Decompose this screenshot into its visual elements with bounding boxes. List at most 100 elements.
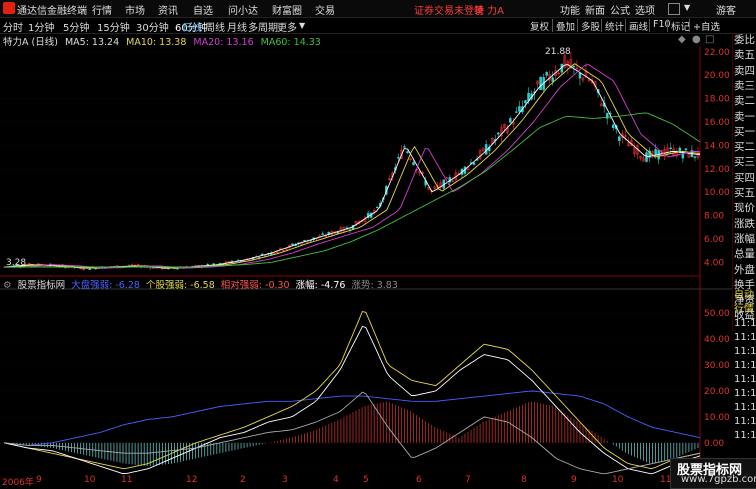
menu-trade[interactable]: 交易	[315, 2, 335, 17]
indicator-title: 股票指标网	[17, 280, 66, 291]
trend: 涨势: 3.83	[351, 280, 398, 291]
menu-options[interactable]: 选项	[635, 2, 655, 17]
period-toolbar: 分时 1分钟 5分钟 15分钟 30分钟 60分钟 日线 周线 月线 多周期 更…	[0, 18, 756, 34]
candle-body	[684, 148, 688, 151]
candle-body	[472, 162, 476, 165]
date-tick: 7	[465, 475, 471, 485]
period-weekly[interactable]: 周线	[205, 19, 225, 34]
date-tick: 5	[363, 475, 369, 485]
candle-body	[291, 243, 294, 246]
stock-name: 特 力A	[474, 6, 505, 17]
price-tick: 14.00	[704, 141, 730, 151]
menu-wealth[interactable]: 财富圈	[272, 2, 302, 17]
indicator-legend: ⚙ 股票指标网 大盘强弱: -6.28 个股强弱: -6.58 相对强弱: -0…	[0, 277, 720, 291]
window-switch-icon[interactable]	[668, 3, 680, 15]
menu-new-page[interactable]: 新面	[585, 2, 605, 17]
period-15min[interactable]: 15分钟	[97, 19, 130, 34]
date-tick: 4	[333, 475, 339, 485]
tick-time-label: 11:1	[734, 346, 756, 357]
btn-overlay[interactable]: 叠加	[552, 19, 575, 33]
btn-draw[interactable]: 画线	[625, 19, 648, 33]
tick-time-label[interactable]: 行情	[734, 303, 754, 317]
date-axis: 2006年 9 10 11 12 2 3 4 5 6 7 8 9 10 11	[0, 475, 700, 488]
date-tick: 2006年	[2, 478, 34, 488]
btn-multi-stock[interactable]: 多股	[577, 19, 600, 33]
candle-body	[509, 118, 512, 123]
date-tick: 6	[416, 475, 422, 485]
candle-body	[518, 106, 521, 112]
period-multi[interactable]: 多周期	[248, 19, 278, 34]
date-tick: 3	[282, 475, 288, 485]
date-tick: 2	[240, 475, 246, 485]
dropdown-icon[interactable]: ▼	[684, 3, 690, 12]
period-1min[interactable]: 1分钟	[28, 19, 54, 34]
price-tick: 4.00	[704, 258, 724, 268]
quote-label: 涨幅	[734, 232, 755, 245]
date-tick: 10	[84, 475, 96, 485]
user-label[interactable]: 游客	[716, 2, 736, 17]
period-tick[interactable]: 分时	[3, 19, 23, 34]
menu-function[interactable]: 功能	[560, 2, 580, 17]
tick-time-label[interactable]: 自动	[734, 289, 754, 303]
candle-body	[693, 156, 697, 158]
period-monthly[interactable]: 月线	[227, 19, 247, 34]
quote-label: 委比	[734, 34, 755, 46]
price-grid	[0, 46, 732, 476]
candle-body	[406, 151, 409, 154]
btn-adjust[interactable]: 复权	[530, 19, 549, 33]
price-tick: 12.00	[704, 165, 730, 175]
quote-label: 现价	[734, 202, 755, 215]
price-tick: 6.00	[704, 235, 724, 245]
btn-mark[interactable]: 标记	[667, 19, 690, 33]
candle-body	[397, 157, 400, 159]
price-tick: 10.00	[704, 188, 730, 198]
candle-body	[484, 144, 488, 155]
watermark-url: www.7gpzb.com	[681, 474, 756, 485]
close-panel-icon[interactable]: □	[705, 34, 714, 45]
menu-news[interactable]: 资讯	[158, 2, 178, 17]
ma-legend: 特力A (日线) MA5: 13.24 MA10: 13.38 MA20: 13…	[0, 34, 720, 48]
tick-side-panel: 自动 行情 11:1 11:1 11:1 11:1 11:1 11:1 11:1 11:1 11:1	[732, 289, 756, 465]
candle-body	[551, 77, 554, 82]
candle-body	[497, 132, 500, 135]
candle-body	[572, 65, 576, 68]
indicator-tick: 30.00	[704, 361, 730, 371]
quote-label: 涨跌	[734, 217, 755, 230]
price-tick: 18.00	[704, 95, 730, 105]
candle-body	[539, 76, 542, 90]
btn-add-watchlist[interactable]: +自选	[689, 19, 720, 33]
stock-strength: 个股强弱: -6.58	[145, 280, 215, 291]
candlestick-chart[interactable]: 22.00 20.00 18.00 16.00 14.00 12.00 10.00 8.00 6…	[0, 46, 732, 476]
tick-time-label: 11:1	[734, 402, 756, 413]
change-pct: 涨幅: -4.76	[295, 280, 346, 291]
menu-quotes[interactable]: 行情	[92, 2, 112, 17]
candle-body	[88, 268, 91, 270]
zoom-icon[interactable]: ◆	[678, 34, 686, 45]
menu-formula[interactable]: 公式	[610, 2, 630, 17]
indicator-gear-icon[interactable]: ⚙	[3, 280, 12, 291]
period-5min[interactable]: 5分钟	[63, 19, 89, 34]
btn-stats[interactable]: 统计	[601, 19, 624, 33]
menu-market[interactable]: 市场	[125, 2, 145, 17]
more-dropdown-icon[interactable]: ▼	[299, 21, 305, 30]
candle-body	[669, 147, 672, 149]
settings-icon[interactable]: ●	[692, 34, 701, 45]
period-30min[interactable]: 30分钟	[136, 19, 169, 34]
indicator-tick: 50.00	[704, 309, 730, 319]
price-tick: 22.00	[704, 48, 730, 58]
menu-ask[interactable]: 问小达	[228, 2, 258, 17]
period-daily[interactable]: 日线	[182, 19, 202, 34]
menu-watchlist[interactable]: 自选	[193, 2, 213, 17]
tick-time-label: 11:1	[734, 388, 756, 399]
quote-label: 买四	[734, 171, 755, 184]
watermark: 股票指标网 www.7gpzb.com	[670, 458, 756, 489]
indicator-tick: 0.00	[704, 439, 724, 449]
candle-body	[375, 206, 379, 209]
menu-bar: 通达信金融终端 行情 市场 资讯 自选 问小达 财富圈 交易 证券交易未登录 特…	[0, 0, 756, 18]
quote-label: 买五	[734, 187, 755, 199]
period-more[interactable]: 更多	[277, 19, 297, 34]
candle-body	[578, 72, 582, 79]
date-tick: 8	[521, 475, 527, 485]
quote-label: 卖二	[734, 95, 755, 108]
quote-label: 卖五	[734, 49, 755, 62]
